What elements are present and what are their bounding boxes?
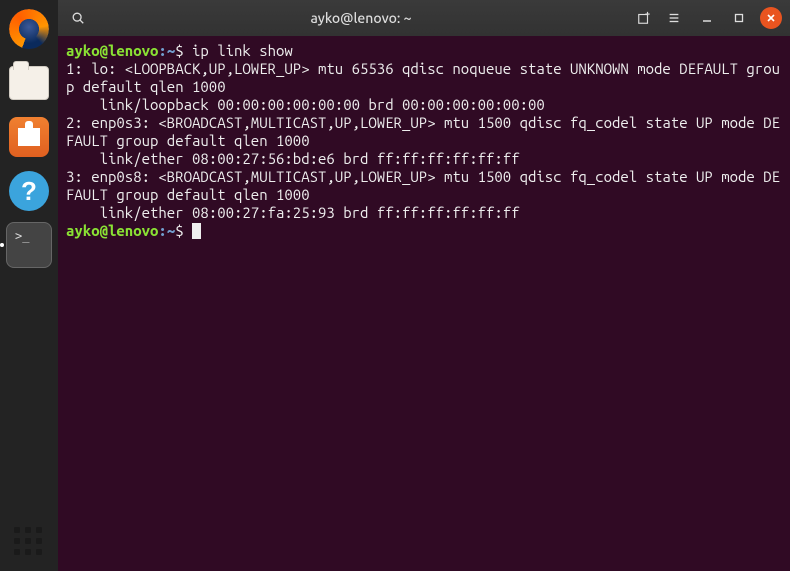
command-text: ip link show bbox=[192, 42, 293, 59]
prompt-user-host: ayko@lenovo bbox=[66, 42, 158, 59]
hamburger-icon bbox=[667, 11, 681, 25]
close-button[interactable] bbox=[760, 7, 782, 29]
terminal-window: ayko@lenovo: ~ ayko@lenovo:~$ ip link sh… bbox=[58, 0, 790, 571]
dock-item-files[interactable] bbox=[6, 60, 52, 106]
output-line: 1: lo: <LOOPBACK,UP,LOWER_UP> mtu 65536 … bbox=[66, 60, 780, 95]
prompt-user-host: ayko@lenovo bbox=[66, 222, 158, 239]
dock-item-terminal[interactable]: >_ bbox=[6, 222, 52, 268]
show-applications-button[interactable] bbox=[14, 527, 44, 557]
prompt-separator: : bbox=[158, 222, 166, 239]
search-icon bbox=[71, 11, 85, 25]
prompt-symbol: $ bbox=[175, 42, 183, 59]
cursor bbox=[192, 223, 201, 239]
output-line: 2: enp0s3: <BROADCAST,MULTICAST,UP,LOWER… bbox=[66, 114, 780, 149]
titlebar[interactable]: ayko@lenovo: ~ bbox=[58, 0, 790, 36]
dock-item-help[interactable]: ? bbox=[6, 168, 52, 214]
new-tab-icon bbox=[637, 11, 651, 25]
output-line: link/ether 08:00:27:fa:25:93 brd ff:ff:f… bbox=[66, 204, 520, 221]
close-icon bbox=[766, 13, 776, 23]
new-tab-button[interactable] bbox=[632, 6, 656, 30]
maximize-button[interactable] bbox=[728, 7, 750, 29]
dock: ? >_ bbox=[0, 0, 58, 571]
software-store-icon bbox=[9, 117, 49, 157]
search-button[interactable] bbox=[66, 6, 90, 30]
firefox-icon bbox=[9, 9, 49, 49]
help-icon: ? bbox=[9, 171, 49, 211]
window-title: ayko@lenovo: ~ bbox=[96, 10, 626, 26]
minimize-icon bbox=[702, 13, 712, 23]
prompt-path: ~ bbox=[167, 222, 175, 239]
output-line: 3: enp0s8: <BROADCAST,MULTICAST,UP,LOWER… bbox=[66, 168, 780, 203]
terminal-body[interactable]: ayko@lenovo:~$ ip link show1: lo: <LOOPB… bbox=[58, 36, 790, 571]
folder-icon bbox=[9, 66, 49, 100]
output-line: link/ether 08:00:27:56:bd:e6 brd ff:ff:f… bbox=[66, 150, 520, 167]
dock-item-software[interactable] bbox=[6, 114, 52, 160]
menu-button[interactable] bbox=[662, 6, 686, 30]
prompt-path: ~ bbox=[167, 42, 175, 59]
dock-item-firefox[interactable] bbox=[6, 6, 52, 52]
prompt-symbol: $ bbox=[175, 222, 183, 239]
minimize-button[interactable] bbox=[696, 7, 718, 29]
terminal-icon: >_ bbox=[6, 222, 52, 268]
maximize-icon bbox=[734, 13, 744, 23]
prompt-separator: : bbox=[158, 42, 166, 59]
output-line: link/loopback 00:00:00:00:00:00 brd 00:0… bbox=[66, 96, 545, 113]
